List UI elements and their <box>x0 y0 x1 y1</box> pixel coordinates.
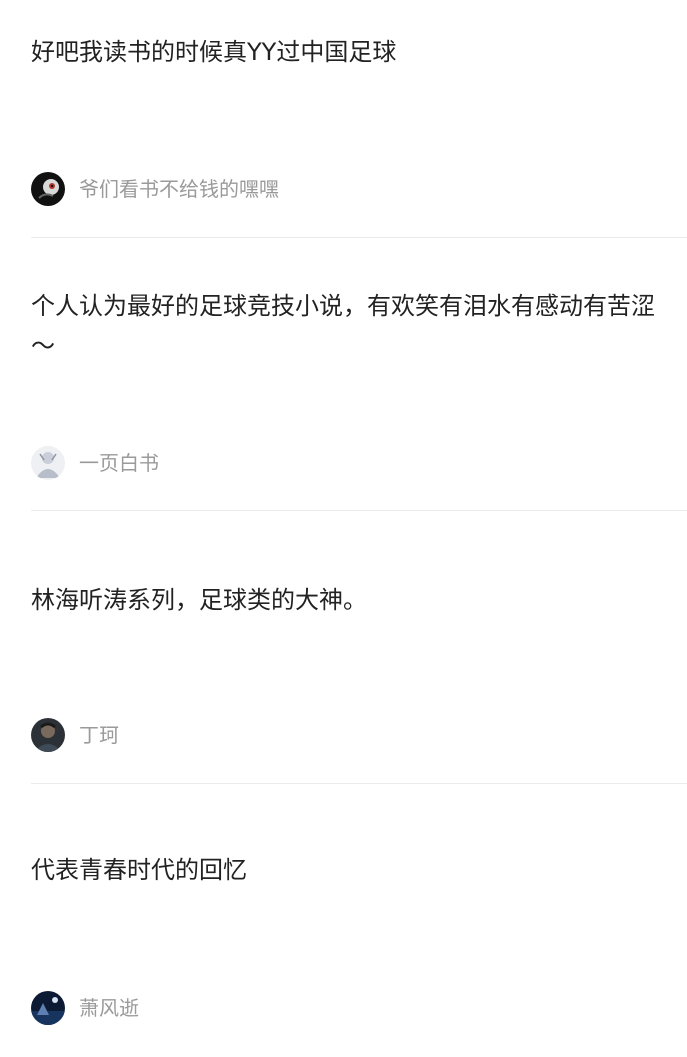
author-row[interactable]: 丁珂 <box>31 717 119 753</box>
author-name[interactable]: 丁珂 <box>79 717 119 753</box>
author-row[interactable]: 爷们看书不给钱的嘿嘿 <box>31 171 279 207</box>
avatar[interactable] <box>31 718 65 752</box>
author-row[interactable]: 萧风逝 <box>31 990 139 1026</box>
answer-text[interactable]: 个人认为最好的足球竞技小说，有欢笑有泪水有感动有苦涩～ <box>31 286 661 366</box>
answer-text[interactable]: 好吧我读书的时候真YY过中国足球 <box>31 32 661 72</box>
answer-card[interactable]: 代表青春时代的回忆 萧风逝 <box>0 784 687 1057</box>
answer-text[interactable]: 林海听涛系列，足球类的大神。 <box>31 580 661 620</box>
answer-feed: 好吧我读书的时候真YY过中国足球 爷们看书不给钱的嘿嘿 个人认为最好的足球竞技小… <box>0 0 687 1057</box>
avatar[interactable] <box>31 172 65 206</box>
answer-card[interactable]: 个人认为最好的足球竞技小说，有欢笑有泪水有感动有苦涩～ 一页白书 <box>0 238 687 511</box>
author-name[interactable]: 萧风逝 <box>79 990 139 1026</box>
author-name[interactable]: 一页白书 <box>79 445 159 481</box>
answer-card[interactable]: 林海听涛系列，足球类的大神。 丁珂 <box>0 511 687 784</box>
author-row[interactable]: 一页白书 <box>31 445 159 481</box>
avatar[interactable] <box>31 446 65 480</box>
answer-card[interactable]: 好吧我读书的时候真YY过中国足球 爷们看书不给钱的嘿嘿 <box>0 0 687 238</box>
author-name[interactable]: 爷们看书不给钱的嘿嘿 <box>79 171 279 207</box>
avatar[interactable] <box>31 991 65 1025</box>
answer-text[interactable]: 代表青春时代的回忆 <box>31 850 661 890</box>
